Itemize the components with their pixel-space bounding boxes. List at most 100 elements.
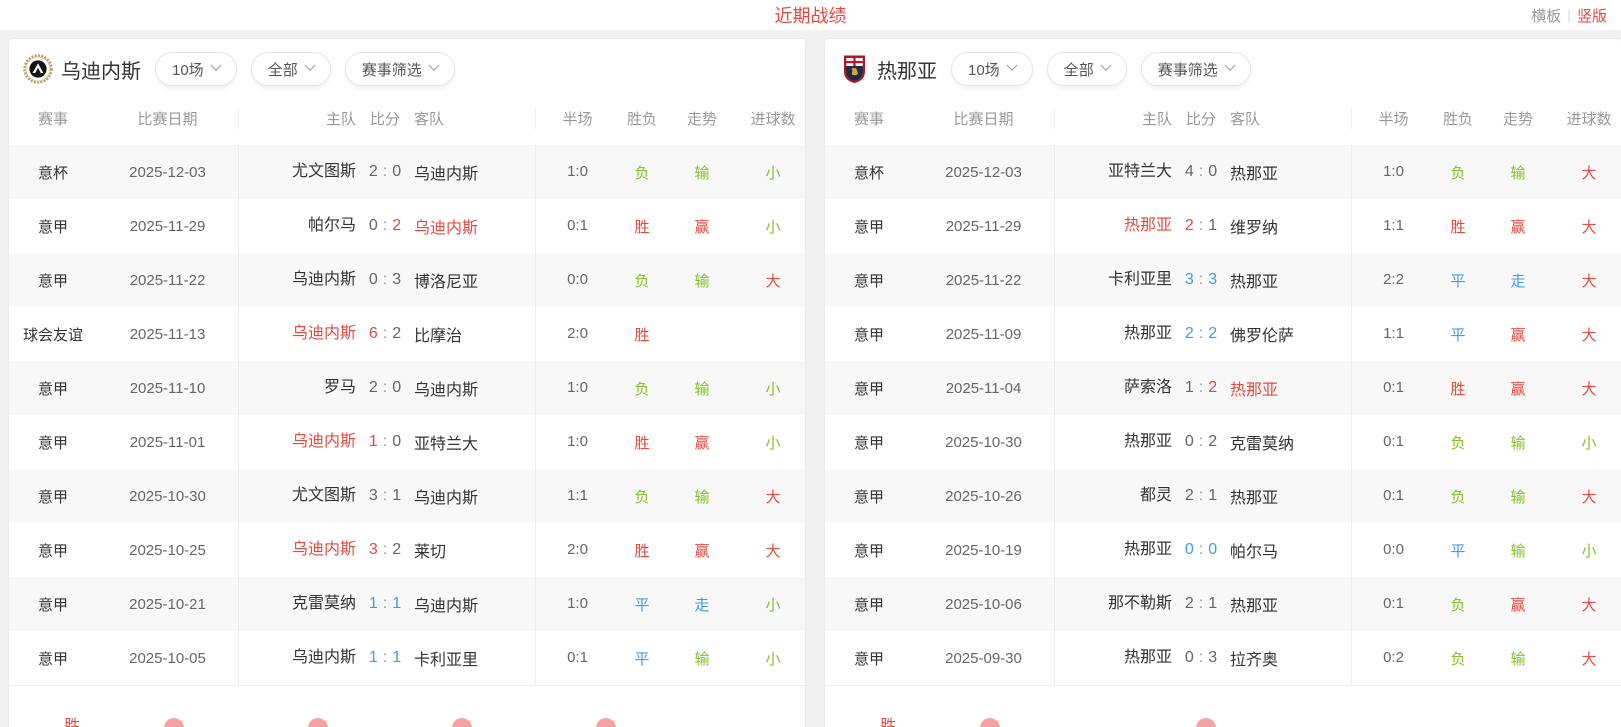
away-score: 0 [392, 379, 401, 397]
col-header-half: 半场 [535, 108, 619, 129]
home-team: 罗马 [238, 361, 356, 415]
result-cell: 胜 [1435, 216, 1481, 237]
goals-cell: 大 [739, 540, 807, 561]
table-row[interactable]: 意甲 2025-10-06 那不勒斯 2:1 热那亚 0:1 负 赢 大 [825, 577, 1621, 631]
away-score: 2 [392, 217, 401, 235]
result-cell: 胜 [619, 216, 665, 237]
trend-cell: 输 [665, 270, 739, 291]
half-time-score: 1:0 [535, 145, 619, 199]
trend-cell: 走 [1481, 270, 1555, 291]
table-row[interactable]: 意甲 2025-10-05 乌迪内斯 1:1 卡利亚里 0:1 平 输 小 [9, 631, 805, 685]
away-score: 2 [1208, 379, 1217, 397]
home-score: 1 [369, 595, 378, 613]
table-row[interactable]: 意甲 2025-11-01 乌迪内斯 1:0 亚特兰大 1:0 胜 赢 小 [9, 415, 805, 469]
date-cell: 2025-12-03 [97, 164, 238, 181]
table-row[interactable]: 意甲 2025-11-29 帕尔马 0:2 乌迪内斯 0:1 胜 赢 小 [9, 199, 805, 253]
venue-filter-dropdown[interactable]: 全部 [1047, 52, 1127, 86]
away-score: 1 [392, 649, 401, 667]
table-row[interactable]: 意甲 2025-11-22 卡利亚里 3:3 热那亚 2:2 平 走 大 [825, 253, 1621, 307]
score-cell: 0:2 [1172, 433, 1230, 451]
result-cell: 平 [619, 648, 665, 669]
trend-win-dot [164, 718, 184, 727]
date-cell: 2025-10-19 [913, 542, 1054, 559]
result-cell: 平 [1435, 324, 1481, 345]
view-vertical-link[interactable]: 竖版 [1577, 5, 1607, 26]
table-row[interactable]: 意甲 2025-10-19 热那亚 0:0 帕尔马 0:0 平 输 小 [825, 523, 1621, 577]
home-score: 0 [1185, 541, 1194, 559]
league-cell: 意甲 [825, 270, 913, 291]
table-row[interactable]: 意甲 2025-10-26 都灵 2:1 热那亚 0:1 负 输 大 [825, 469, 1621, 523]
league-cell: 意杯 [825, 162, 913, 183]
col-header-date: 比赛日期 [97, 108, 238, 129]
half-time-score: 1:1 [535, 469, 619, 523]
col-header-away: 客队 [414, 108, 535, 129]
table-row[interactable]: 意杯 2025-12-03 尤文图斯 2:0 乌迪内斯 1:0 负 输 小 [9, 145, 805, 199]
away-team: 拉齐奥 [1230, 646, 1351, 670]
result-cell: 负 [1435, 162, 1481, 183]
score-separator: : [1199, 649, 1203, 667]
trend-cell: 输 [1481, 540, 1555, 561]
event-filter-dropdown[interactable]: 赛事筛选 [1141, 52, 1251, 86]
score-separator: : [383, 217, 387, 235]
half-time-score: 2:0 [535, 523, 619, 577]
match-count-label: 10场 [172, 59, 204, 80]
table-header-row: 赛事 比赛日期 主队 比分 客队 半场 胜负 走势 进球数 [9, 91, 805, 145]
table-row[interactable]: 意甲 2025-11-29 热那亚 2:1 维罗纳 1:1 胜 赢 大 [825, 199, 1621, 253]
panel-udinese: 乌迪内斯 10场 全部 赛事筛选 赛事 比赛日期 主队 比分 客队 半场 胜负 … [8, 38, 806, 727]
score-separator: : [1199, 595, 1203, 613]
goals-cell: 小 [1555, 540, 1621, 561]
away-team: 热那亚 [1230, 160, 1351, 184]
chevron-down-icon [1006, 59, 1017, 70]
trend-cell: 输 [1481, 648, 1555, 669]
trend-cell: 赢 [665, 432, 739, 453]
home-score: 2 [1185, 487, 1194, 505]
score-separator: : [1199, 433, 1203, 451]
trend-cell: 赢 [1481, 216, 1555, 237]
goals-cell: 大 [739, 486, 807, 507]
table-row[interactable]: 意甲 2025-09-30 热那亚 0:3 拉齐奥 0:2 负 输 大 [825, 631, 1621, 685]
league-cell: 意甲 [825, 324, 913, 345]
score-separator: : [383, 649, 387, 667]
result-cell: 负 [1435, 486, 1481, 507]
table-row[interactable]: 意甲 2025-10-25 乌迪内斯 3:2 莱切 2:0 胜 赢 大 [9, 523, 805, 577]
event-filter-dropdown[interactable]: 赛事筛选 [345, 52, 455, 86]
view-horizontal-link[interactable]: 横板 [1531, 5, 1561, 26]
col-header-score: 比分 [356, 108, 414, 129]
league-cell: 意甲 [825, 216, 913, 237]
table-row[interactable]: 意杯 2025-12-03 亚特兰大 4:0 热那亚 1:0 负 输 大 [825, 145, 1621, 199]
table-row[interactable]: 意甲 2025-10-30 尤文图斯 3:1 乌迪内斯 1:1 负 输 大 [9, 469, 805, 523]
half-time-score: 1:1 [1351, 199, 1435, 253]
col-header-result: 胜负 [619, 108, 665, 129]
home-team: 热那亚 [1054, 199, 1172, 253]
score-separator: : [383, 541, 387, 559]
trend-cell: 赢 [1481, 594, 1555, 615]
table-row[interactable]: 球会友谊 2025-11-13 乌迪内斯 6:2 比摩治 2:0 胜 [9, 307, 805, 361]
score-cell: 0:3 [356, 271, 414, 289]
league-cell: 意甲 [825, 378, 913, 399]
match-count-dropdown[interactable]: 10场 [155, 52, 237, 86]
col-header-score: 比分 [1172, 108, 1230, 129]
away-team: 乌迪内斯 [414, 376, 535, 400]
league-cell: 意甲 [825, 540, 913, 561]
table-row[interactable]: 意甲 2025-10-30 热那亚 0:2 克雷莫纳 0:1 负 输 小 [825, 415, 1621, 469]
table-row[interactable]: 意甲 2025-11-04 萨索洛 1:2 热那亚 0:1 胜 赢 大 [825, 361, 1621, 415]
top-bar: 近期战绩 横板 | 竖版 [0, 0, 1621, 30]
home-score: 3 [1185, 271, 1194, 289]
venue-filter-dropdown[interactable]: 全部 [251, 52, 331, 86]
league-cell: 意甲 [825, 648, 913, 669]
goals-cell: 大 [1555, 216, 1621, 237]
score-separator: : [383, 163, 387, 181]
chevron-down-icon [1100, 59, 1111, 70]
away-score: 2 [392, 541, 401, 559]
trend-win-label: 胜 [880, 712, 896, 727]
home-score: 2 [1185, 595, 1194, 613]
table-row[interactable]: 意甲 2025-11-22 乌迪内斯 0:3 博洛尼亚 0:0 负 输 大 [9, 253, 805, 307]
away-score: 2 [1208, 433, 1217, 451]
col-header-half: 半场 [1351, 108, 1435, 129]
match-count-dropdown[interactable]: 10场 [951, 52, 1033, 86]
table-row[interactable]: 意甲 2025-11-09 热那亚 2:2 佛罗伦萨 1:1 平 赢 大 [825, 307, 1621, 361]
table-row[interactable]: 意甲 2025-10-21 克雷莫纳 1:1 乌迪内斯 1:0 平 走 小 [9, 577, 805, 631]
home-score: 0 [1185, 649, 1194, 667]
table-row[interactable]: 意甲 2025-11-10 罗马 2:0 乌迪内斯 1:0 负 输 小 [9, 361, 805, 415]
trend-win-dot [1196, 718, 1216, 727]
